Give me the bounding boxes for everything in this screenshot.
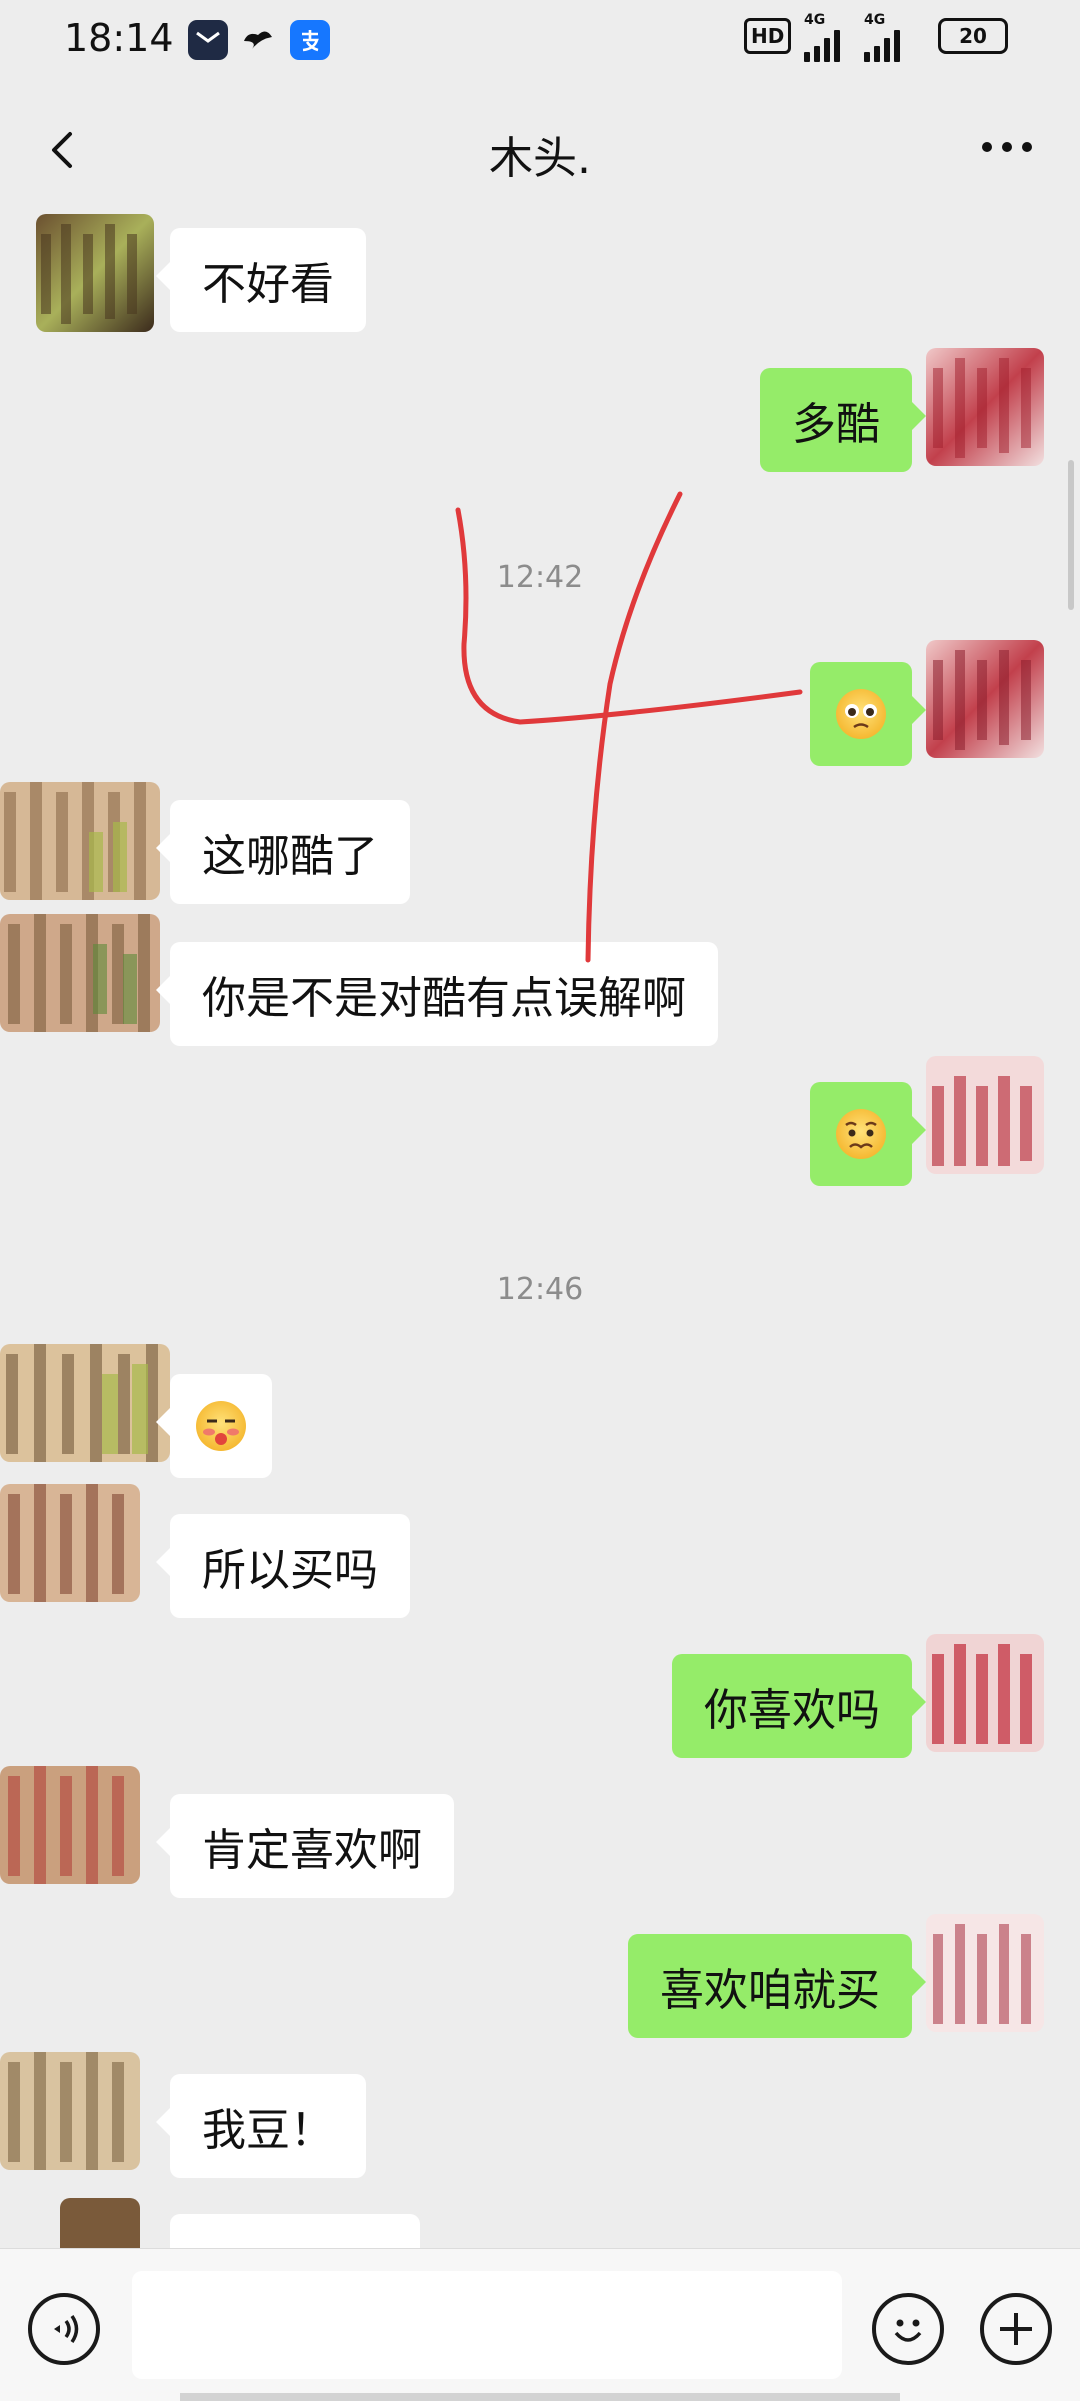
status-bar: 18:14 HD 4G 4G 20 — [0, 0, 1080, 84]
signal-icon-2: 4G — [864, 12, 900, 62]
message-bubble-outgoing[interactable]: 喜欢咱就买 — [628, 1934, 926, 2038]
message-bubble-incoming[interactable] — [170, 2214, 420, 2248]
blushing-face-emoji — [196, 1401, 246, 1451]
network-type-label: 4G — [804, 12, 826, 28]
emoji-icon — [894, 2319, 922, 2342]
my-avatar[interactable] — [926, 348, 1044, 466]
emoji-button[interactable] — [872, 2293, 944, 2365]
contact-avatar[interactable] — [0, 1766, 140, 1884]
message-bubble-incoming[interactable]: 肯定喜欢啊 — [156, 1794, 454, 1898]
signal-icon: 4G — [804, 12, 840, 62]
message-bubble-outgoing[interactable] — [810, 662, 926, 766]
message-bubble-incoming[interactable]: 我豆！ — [156, 2074, 366, 2178]
battery-indicator: 20 — [938, 18, 1008, 54]
pleading-face-emoji — [836, 689, 886, 739]
voice-icon — [54, 2315, 79, 2343]
more-dots-icon — [982, 142, 992, 152]
hd-voice-indicator: HD — [744, 18, 792, 54]
message-bubble-incoming[interactable]: 不好看 — [156, 228, 366, 332]
message-list[interactable]: 不好看 多酷 12:42 这哪酷了 你是不是对酷有点误解啊 12:46 所以买吗… — [0, 214, 1080, 2248]
voice-button[interactable] — [28, 2293, 100, 2365]
contact-avatar[interactable] — [0, 1344, 170, 1462]
message-bubble-outgoing[interactable]: 多酷 — [760, 368, 926, 472]
timestamp: 12:42 — [496, 560, 584, 595]
alipay-app-icon — [290, 20, 330, 60]
message-bubble-incoming[interactable]: 所以买吗 — [156, 1514, 410, 1618]
my-avatar[interactable] — [926, 1056, 1044, 1174]
message-bubble-incoming[interactable]: 你是不是对酷有点误解啊 — [156, 942, 718, 1046]
input-bar — [0, 2248, 1080, 2401]
mail-app-icon — [188, 20, 228, 60]
contact-avatar[interactable] — [60, 2198, 140, 2248]
message-bubble-incoming[interactable]: 这哪酷了 — [156, 800, 410, 904]
contact-avatar[interactable] — [0, 1484, 140, 1602]
my-avatar[interactable] — [926, 1634, 1044, 1752]
worried-face-emoji — [836, 1109, 886, 1159]
contact-avatar[interactable] — [0, 914, 160, 1032]
message-bubble-outgoing[interactable]: 你喜欢吗 — [672, 1654, 926, 1758]
network-type-label-2: 4G — [864, 12, 886, 28]
more-button[interactable] — [982, 142, 1032, 152]
plus-icon — [1000, 2313, 1032, 2345]
message-bubble-outgoing[interactable] — [810, 1082, 926, 1186]
contact-avatar[interactable] — [0, 782, 160, 900]
red-pen-annotation — [455, 491, 803, 963]
scrollbar[interactable] — [1068, 460, 1074, 610]
status-time: 18:14 — [64, 16, 174, 60]
my-avatar[interactable] — [926, 640, 1044, 758]
add-button[interactable] — [980, 2293, 1052, 2365]
message-bubble-incoming[interactable] — [156, 1374, 272, 1478]
contact-avatar[interactable] — [0, 2052, 140, 2170]
message-input[interactable] — [132, 2271, 842, 2379]
chat-title: 木头. — [489, 133, 591, 184]
cloud-app-icon — [238, 20, 278, 60]
chat-header: 木头. — [0, 84, 1080, 214]
timestamp: 12:46 — [496, 1272, 584, 1307]
contact-avatar[interactable] — [36, 214, 154, 332]
my-avatar[interactable] — [926, 1914, 1044, 2032]
